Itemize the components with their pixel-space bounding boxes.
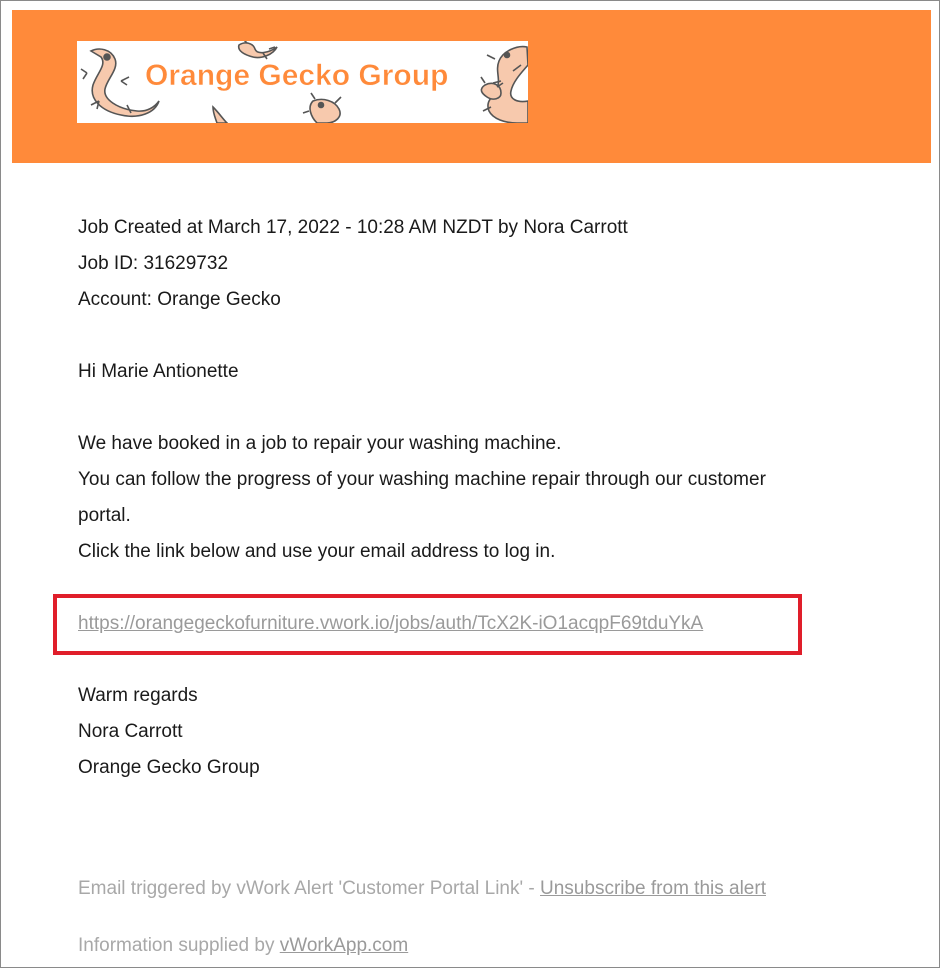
- signoff-company: Orange Gecko Group: [78, 757, 260, 778]
- signoff-name: Nora Carrott: [78, 721, 183, 742]
- body-line-3: portal.: [78, 505, 131, 526]
- supplied-row: Information supplied by vWorkApp.com: [78, 928, 898, 964]
- greeting-text: Hi Marie Antionette: [78, 361, 239, 382]
- svg-text:Orange Gecko Group: Orange Gecko Group: [145, 59, 448, 92]
- link-highlight-box: [53, 594, 802, 655]
- trigger-row: Email triggered by vWork Alert 'Customer…: [78, 871, 898, 907]
- signoff-regards: Warm regards: [78, 685, 198, 706]
- email-body: Job Created at March 17, 2022 - 10:28 AM…: [78, 210, 878, 786]
- body-line-1: We have booked in a job to repair your w…: [78, 433, 562, 454]
- job-id-text: Job ID: 31629732: [78, 253, 229, 274]
- unsubscribe-link[interactable]: Unsubscribe from this alert: [540, 878, 766, 899]
- supplied-text: Information supplied by: [78, 935, 280, 956]
- email-frame: Orange Gecko Group Job Created at March …: [0, 0, 940, 968]
- body-line-4: Click the link below and use your email …: [78, 541, 556, 562]
- account-text: Account: Orange Gecko: [78, 289, 281, 310]
- company-logo: Orange Gecko Group: [77, 41, 528, 123]
- vworkapp-link[interactable]: vWorkApp.com: [280, 935, 408, 956]
- body-line-2: You can follow the progress of your wash…: [78, 469, 766, 490]
- email-header: Orange Gecko Group: [12, 10, 931, 163]
- gecko-logo-image: Orange Gecko Group: [80, 41, 528, 123]
- trigger-text: Email triggered by vWork Alert 'Customer…: [78, 878, 541, 899]
- email-footer: Email triggered by vWork Alert 'Customer…: [78, 871, 898, 964]
- job-created-text: Job Created at March 17, 2022 - 10:28 AM…: [78, 217, 628, 238]
